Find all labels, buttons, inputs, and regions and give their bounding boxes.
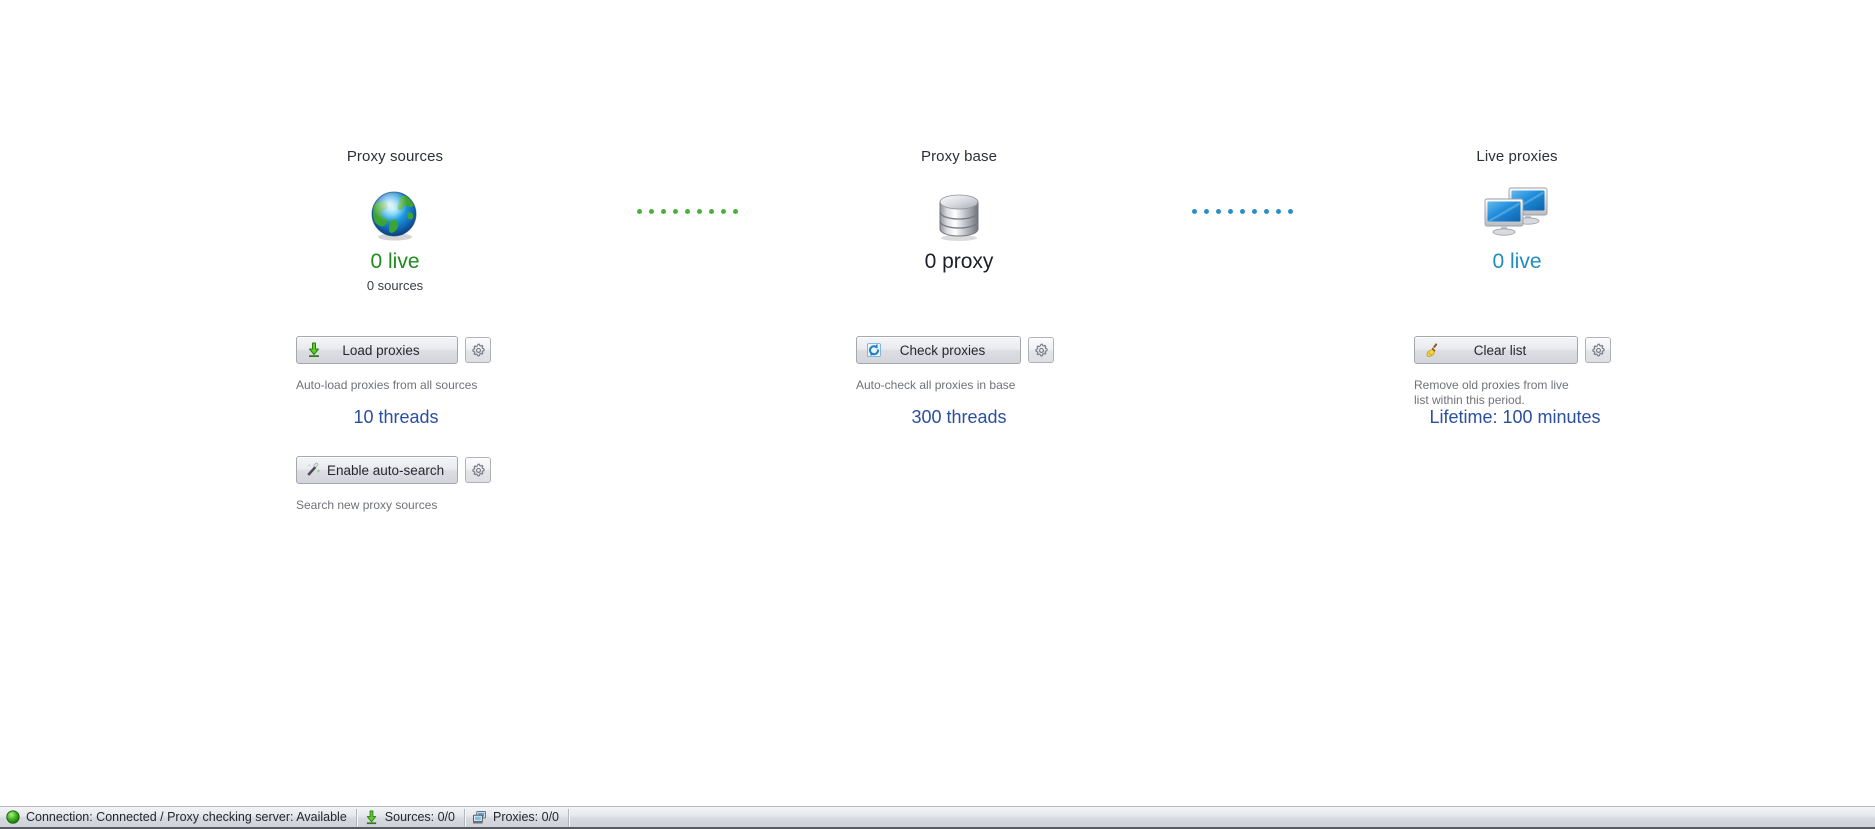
proxy-manager-window: Proxy sources 0 live 0 sources Load prox… (0, 0, 1875, 829)
download-arrow-icon (364, 809, 379, 825)
panel-proxy-base: Proxy base 0 proxy (779, 148, 1139, 278)
clear-list-hint: Remove old proxies from live list within… (1414, 378, 1569, 407)
status-proxies-segment: Proxies: 0/0 (466, 806, 568, 829)
load-proxies-button[interactable]: Load proxies (296, 336, 458, 364)
load-proxies-hint: Auto-load proxies from all sources (296, 378, 478, 392)
load-proxies-row: Load proxies (296, 336, 491, 364)
check-proxies-button[interactable]: Check proxies (856, 336, 1021, 364)
proxy-base-title: Proxy base (920, 148, 998, 165)
load-proxies-threads: 10 threads (353, 407, 439, 427)
live-proxies-title: Live proxies (1476, 148, 1558, 165)
check-proxies-label: Check proxies (899, 342, 986, 358)
panel-proxy-sources: Proxy sources 0 live 0 sources (215, 148, 575, 294)
proxy-sources-title: Proxy sources (346, 148, 444, 165)
check-proxies-threads: 300 threads (911, 407, 1007, 427)
gear-icon (1034, 343, 1049, 358)
status-bar: Connection: Connected / Proxy checking s… (0, 806, 1875, 829)
status-connection-text: Connection: Connected / Proxy checking s… (26, 810, 347, 824)
check-proxies-row: Check proxies (856, 336, 1054, 364)
gear-icon (1591, 343, 1606, 358)
enable-auto-search-settings-button[interactable] (465, 457, 491, 483)
check-proxies-settings-button[interactable] (1028, 337, 1054, 363)
status-proxies-text: Proxies: 0/0 (492, 810, 559, 824)
clear-list-button[interactable]: Clear list (1414, 336, 1578, 364)
status-divider (568, 808, 570, 826)
monitors-icon (1337, 180, 1697, 242)
panel-live-proxies: Live proxies 0 live (1337, 148, 1697, 278)
green-circle-icon (6, 810, 20, 824)
proxy-base-count: 0 proxy (924, 250, 994, 273)
clear-list-row: Clear list (1414, 336, 1611, 364)
check-proxies-hint: Auto-check all proxies in base (856, 378, 1016, 392)
magic-wand-icon (301, 462, 327, 478)
status-sources-segment: Sources: 0/0 (358, 806, 464, 829)
load-proxies-settings-button[interactable] (465, 337, 491, 363)
enable-auto-search-button[interactable]: Enable auto-search (296, 456, 458, 484)
refresh-icon (861, 342, 887, 358)
download-arrow-icon (301, 342, 327, 358)
proxy-sources-subcount: 0 sources (366, 278, 424, 293)
load-proxies-label: Load proxies (342, 342, 420, 358)
enable-auto-search-label: Enable auto-search (327, 462, 445, 478)
gear-icon (471, 463, 486, 478)
proxy-sources-count: 0 live (370, 250, 420, 273)
clear-list-settings-button[interactable] (1585, 337, 1611, 363)
status-connection-segment: Connection: Connected / Proxy checking s… (0, 806, 356, 829)
broom-icon (1419, 342, 1445, 358)
gear-icon (471, 343, 486, 358)
clear-list-lifetime: Lifetime: 100 minutes (1429, 407, 1601, 427)
enable-auto-search-hint: Search new proxy sources (296, 498, 438, 512)
status-sources-text: Sources: 0/0 (384, 810, 455, 824)
database-icon (779, 180, 1139, 242)
proxies-icon (472, 810, 487, 825)
live-proxies-count: 0 live (1492, 250, 1542, 273)
connector-sources-to-base (637, 209, 738, 214)
connector-base-to-live (1192, 209, 1293, 214)
enable-auto-search-row: Enable auto-search (296, 456, 491, 484)
clear-list-label: Clear list (1473, 342, 1527, 358)
globe-icon (215, 180, 575, 242)
